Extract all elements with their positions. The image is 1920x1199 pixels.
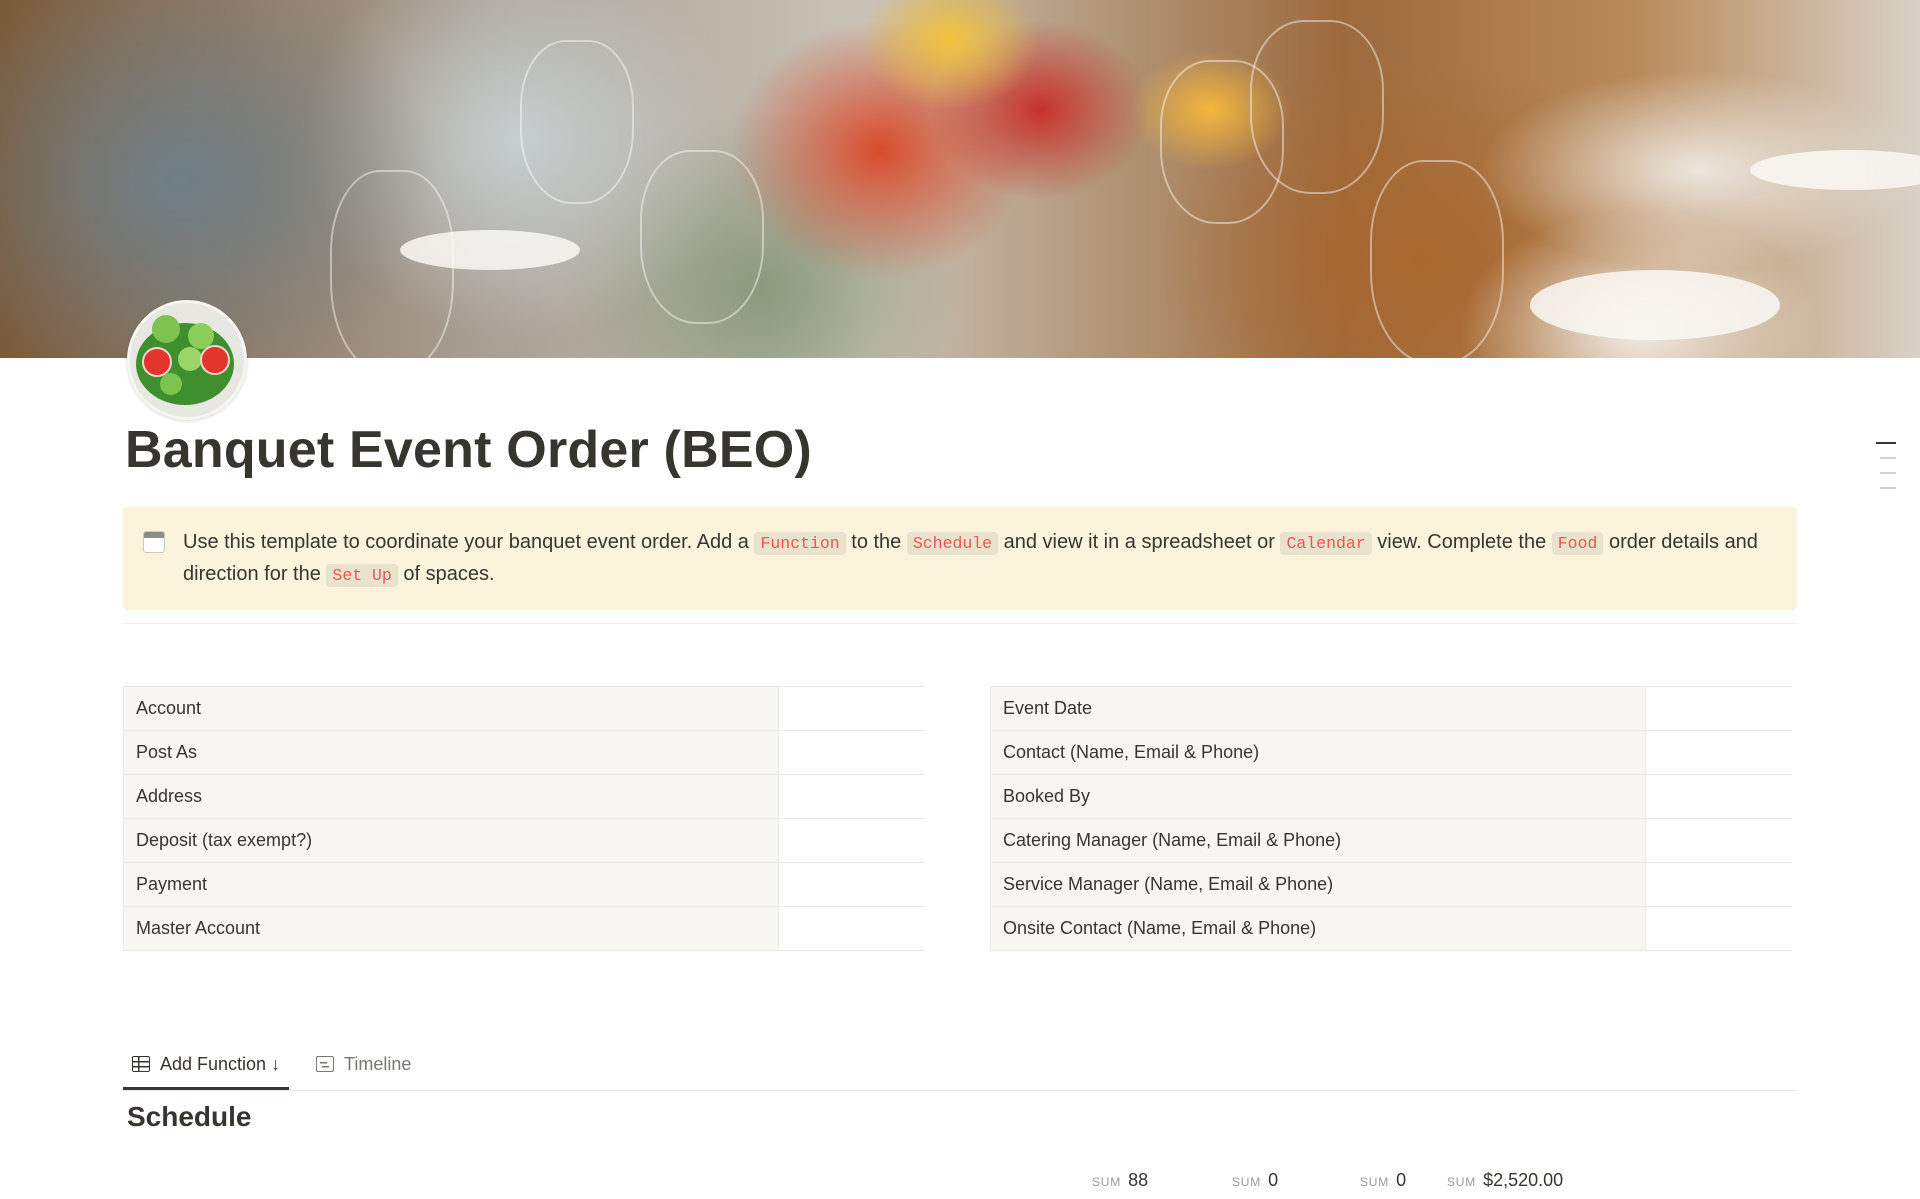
callout-text-segment: to the — [845, 531, 907, 553]
table-row: Catering Manager (Name, Email & Phone) — [990, 818, 1792, 863]
property-value[interactable] — [778, 906, 925, 951]
table-row: Onsite Contact (Name, Email & Phone) — [990, 906, 1792, 951]
callout-text-segment: Use this template to coordinate your ban… — [183, 531, 755, 553]
inline-code: Schedule — [906, 532, 999, 555]
property-label[interactable]: Event Date — [990, 686, 1646, 731]
view-tabs: Add Function ↓ Timeline — [122, 1040, 1797, 1091]
table-row: Address — [123, 774, 925, 819]
table-row: Payment — [123, 862, 925, 907]
divider — [123, 623, 1797, 624]
sum-footer: SUM 88 SUM 0 SUM 0 SUM $2,520.00 — [0, 1158, 1920, 1199]
table-row: Contact (Name, Email & Phone) — [990, 730, 1792, 775]
property-label[interactable]: Post As — [123, 730, 779, 775]
callout-text-segment: and view it in a spreadsheet or — [998, 531, 1281, 553]
table-row: Post As — [123, 730, 925, 775]
callout: Use this template to coordinate your ban… — [123, 507, 1797, 610]
sum-cell[interactable]: SUM 0 — [1360, 1170, 1406, 1191]
inline-code: Food — [1551, 532, 1604, 555]
callout-text: Use this template to coordinate your ban… — [183, 527, 1777, 591]
calendar-icon — [143, 531, 165, 553]
property-label[interactable]: Onsite Contact (Name, Email & Phone) — [990, 906, 1646, 951]
property-value[interactable] — [778, 774, 925, 819]
property-value[interactable] — [1645, 862, 1792, 907]
sum-cell[interactable]: SUM 88 — [1092, 1170, 1148, 1191]
property-value[interactable] — [1645, 686, 1792, 731]
inline-code: Function — [754, 532, 846, 555]
property-value[interactable] — [778, 862, 925, 907]
event-details-table: Event Date Contact (Name, Email & Phone) B… — [990, 686, 1792, 951]
property-label[interactable]: Contact (Name, Email & Phone) — [990, 730, 1646, 775]
sum-cell[interactable]: SUM 0 — [1232, 1170, 1278, 1191]
tab-label: Add Function ↓ — [160, 1053, 281, 1074]
cover-image — [0, 0, 1920, 358]
property-value[interactable] — [1645, 774, 1792, 819]
callout-text-segment: of spaces. — [397, 563, 495, 585]
property-value[interactable] — [1645, 818, 1792, 863]
property-label[interactable]: Payment — [123, 862, 779, 907]
property-label[interactable]: Master Account — [123, 906, 779, 951]
tab-label: Timeline — [344, 1053, 412, 1074]
table-row: Account — [123, 686, 925, 731]
property-value[interactable] — [778, 818, 925, 863]
property-value[interactable] — [778, 686, 925, 731]
property-label[interactable]: Booked By — [990, 774, 1646, 819]
table-icon — [132, 1056, 150, 1072]
table-row: Event Date — [990, 686, 1792, 731]
callout-text-segment: view. Complete the — [1371, 531, 1552, 553]
timeline-icon — [316, 1056, 334, 1072]
property-label[interactable]: Service Manager (Name, Email & Phone) — [990, 862, 1646, 907]
property-label[interactable]: Account — [123, 686, 779, 731]
property-label[interactable]: Deposit (tax exempt?) — [123, 818, 779, 863]
table-row: Booked By — [990, 774, 1792, 819]
property-label[interactable]: Catering Manager (Name, Email & Phone) — [990, 818, 1646, 863]
account-details-table: Account Post As Address Deposit (tax exempt… — [123, 686, 925, 951]
page-title: Banquet Event Order (BEO) — [125, 421, 812, 479]
schedule-heading[interactable]: Schedule — [127, 1101, 251, 1133]
salad-icon — [127, 300, 247, 420]
table-row: Master Account — [123, 906, 925, 951]
property-label[interactable]: Address — [123, 774, 779, 819]
sum-cell[interactable]: SUM $2,520.00 — [1447, 1170, 1563, 1191]
property-value[interactable] — [1645, 730, 1792, 775]
property-value[interactable] — [1645, 906, 1792, 951]
property-value[interactable] — [778, 730, 925, 775]
table-row: Deposit (tax exempt?) — [123, 818, 925, 863]
inline-code: Set Up — [326, 564, 398, 587]
inline-code: Calendar — [1280, 532, 1372, 555]
tab-add-function[interactable]: Add Function ↓ — [122, 1040, 290, 1090]
table-of-contents[interactable] — [1876, 442, 1896, 502]
tab-timeline[interactable]: Timeline — [316, 1040, 411, 1088]
table-row: Service Manager (Name, Email & Phone) — [990, 862, 1792, 907]
